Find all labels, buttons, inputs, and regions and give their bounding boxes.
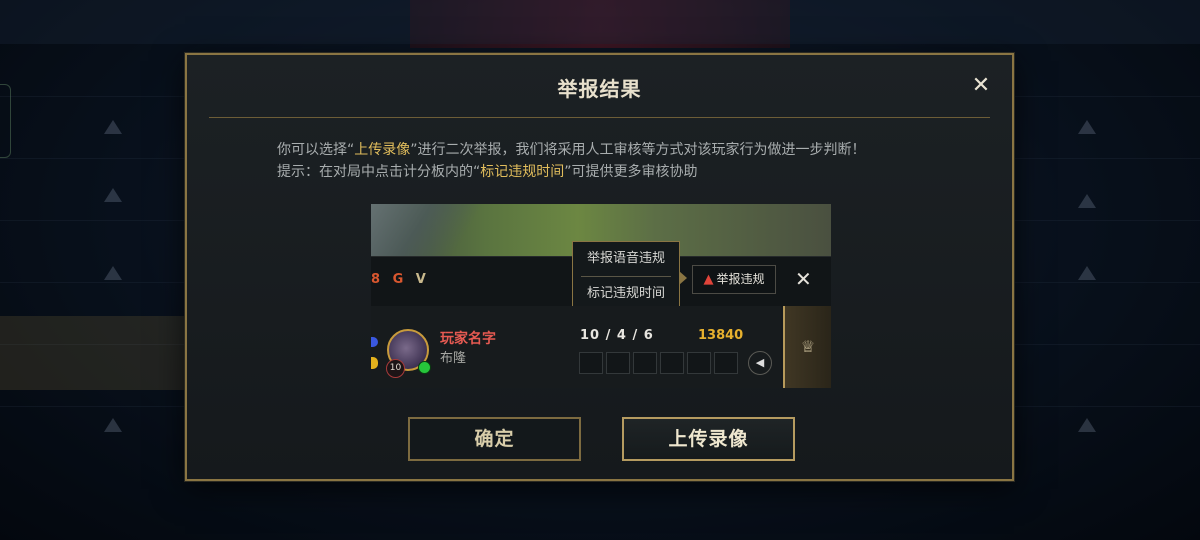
player-row xyxy=(371,306,781,388)
item-slot xyxy=(606,352,630,374)
description-line-1: 你可以选择“上传录像”进行二次举报，我们将采用人工审核等方式对该玩家行为做进一步… xyxy=(277,139,937,161)
item-slot xyxy=(687,352,711,374)
report-popup-menu: 举报语音违规 标记违规时间 xyxy=(572,241,680,311)
online-status-icon xyxy=(418,361,431,374)
champion-name: 布隆 xyxy=(440,351,467,366)
item-slots xyxy=(579,352,738,374)
report-voice-violation-item[interactable]: 举报语音违规 xyxy=(573,242,679,276)
upload-replay-button[interactable]: 上传录像 xyxy=(622,417,795,461)
report-violation-button[interactable]: ▲ 举报违规 xyxy=(692,265,776,294)
warning-icon: ▲ xyxy=(703,272,714,287)
item-slot xyxy=(660,352,684,374)
dialog-description: 你可以选择“上传录像”进行二次举报，我们将采用人工审核等方式对该玩家行为做进一步… xyxy=(277,139,937,183)
confirm-button[interactable]: 确定 xyxy=(408,417,581,461)
popup-pointer-icon xyxy=(679,271,687,285)
map-terrain-stone xyxy=(371,204,491,256)
speaker-icon[interactable]: ◀ xyxy=(748,351,772,375)
item-slot xyxy=(714,352,738,374)
description-text: ”进行二次举报，我们将采用人工审核等方式对该玩家行为做进一步判断！ xyxy=(410,142,866,158)
champion-level-badge: 10 xyxy=(386,359,405,378)
report-violation-label: 举报违规 xyxy=(716,272,765,286)
mark-violation-highlight: 标记违规时间 xyxy=(480,164,565,180)
player-name: 玩家名字 xyxy=(440,331,496,347)
rift-icon: V xyxy=(415,272,430,287)
gold-stat: 13840 xyxy=(698,328,744,343)
dialog-title: 举报结果 xyxy=(557,77,642,101)
report-result-dialog: 举报结果 ✕ 你可以选择“上传录像”进行二次举报，我们将采用人工审核等方式对该玩… xyxy=(185,53,1014,481)
description-line-2: 提示：在对局中点击计分板内的“标记违规时间”可提供更多审核协助 xyxy=(277,161,937,183)
upload-replay-highlight: 上传录像 xyxy=(354,142,411,158)
kda-stat: 10 / 4 / 6 xyxy=(580,328,654,343)
title-divider xyxy=(209,117,990,118)
item-slot xyxy=(579,352,603,374)
dragon-icon: 8 G xyxy=(371,272,408,287)
item-slot xyxy=(633,352,657,374)
tip-text: ”可提供更多审核协助 xyxy=(564,164,698,180)
close-icon[interactable]: ✕ xyxy=(970,75,992,97)
team-icons: 8 G V xyxy=(371,272,430,287)
description-text: 你可以选择“ xyxy=(277,142,355,158)
tip-text: 提示：在对局中点击计分板内的“ xyxy=(277,164,481,180)
tutorial-preview-image: 8 G V 举报语音违规 标记违规时间 ▲ 举报违规 ✕ 10 玩家名字 布隆 1… xyxy=(371,204,831,388)
close-icon[interactable]: ✕ xyxy=(795,267,812,291)
trophy-icon[interactable]: ♕ xyxy=(783,306,831,388)
